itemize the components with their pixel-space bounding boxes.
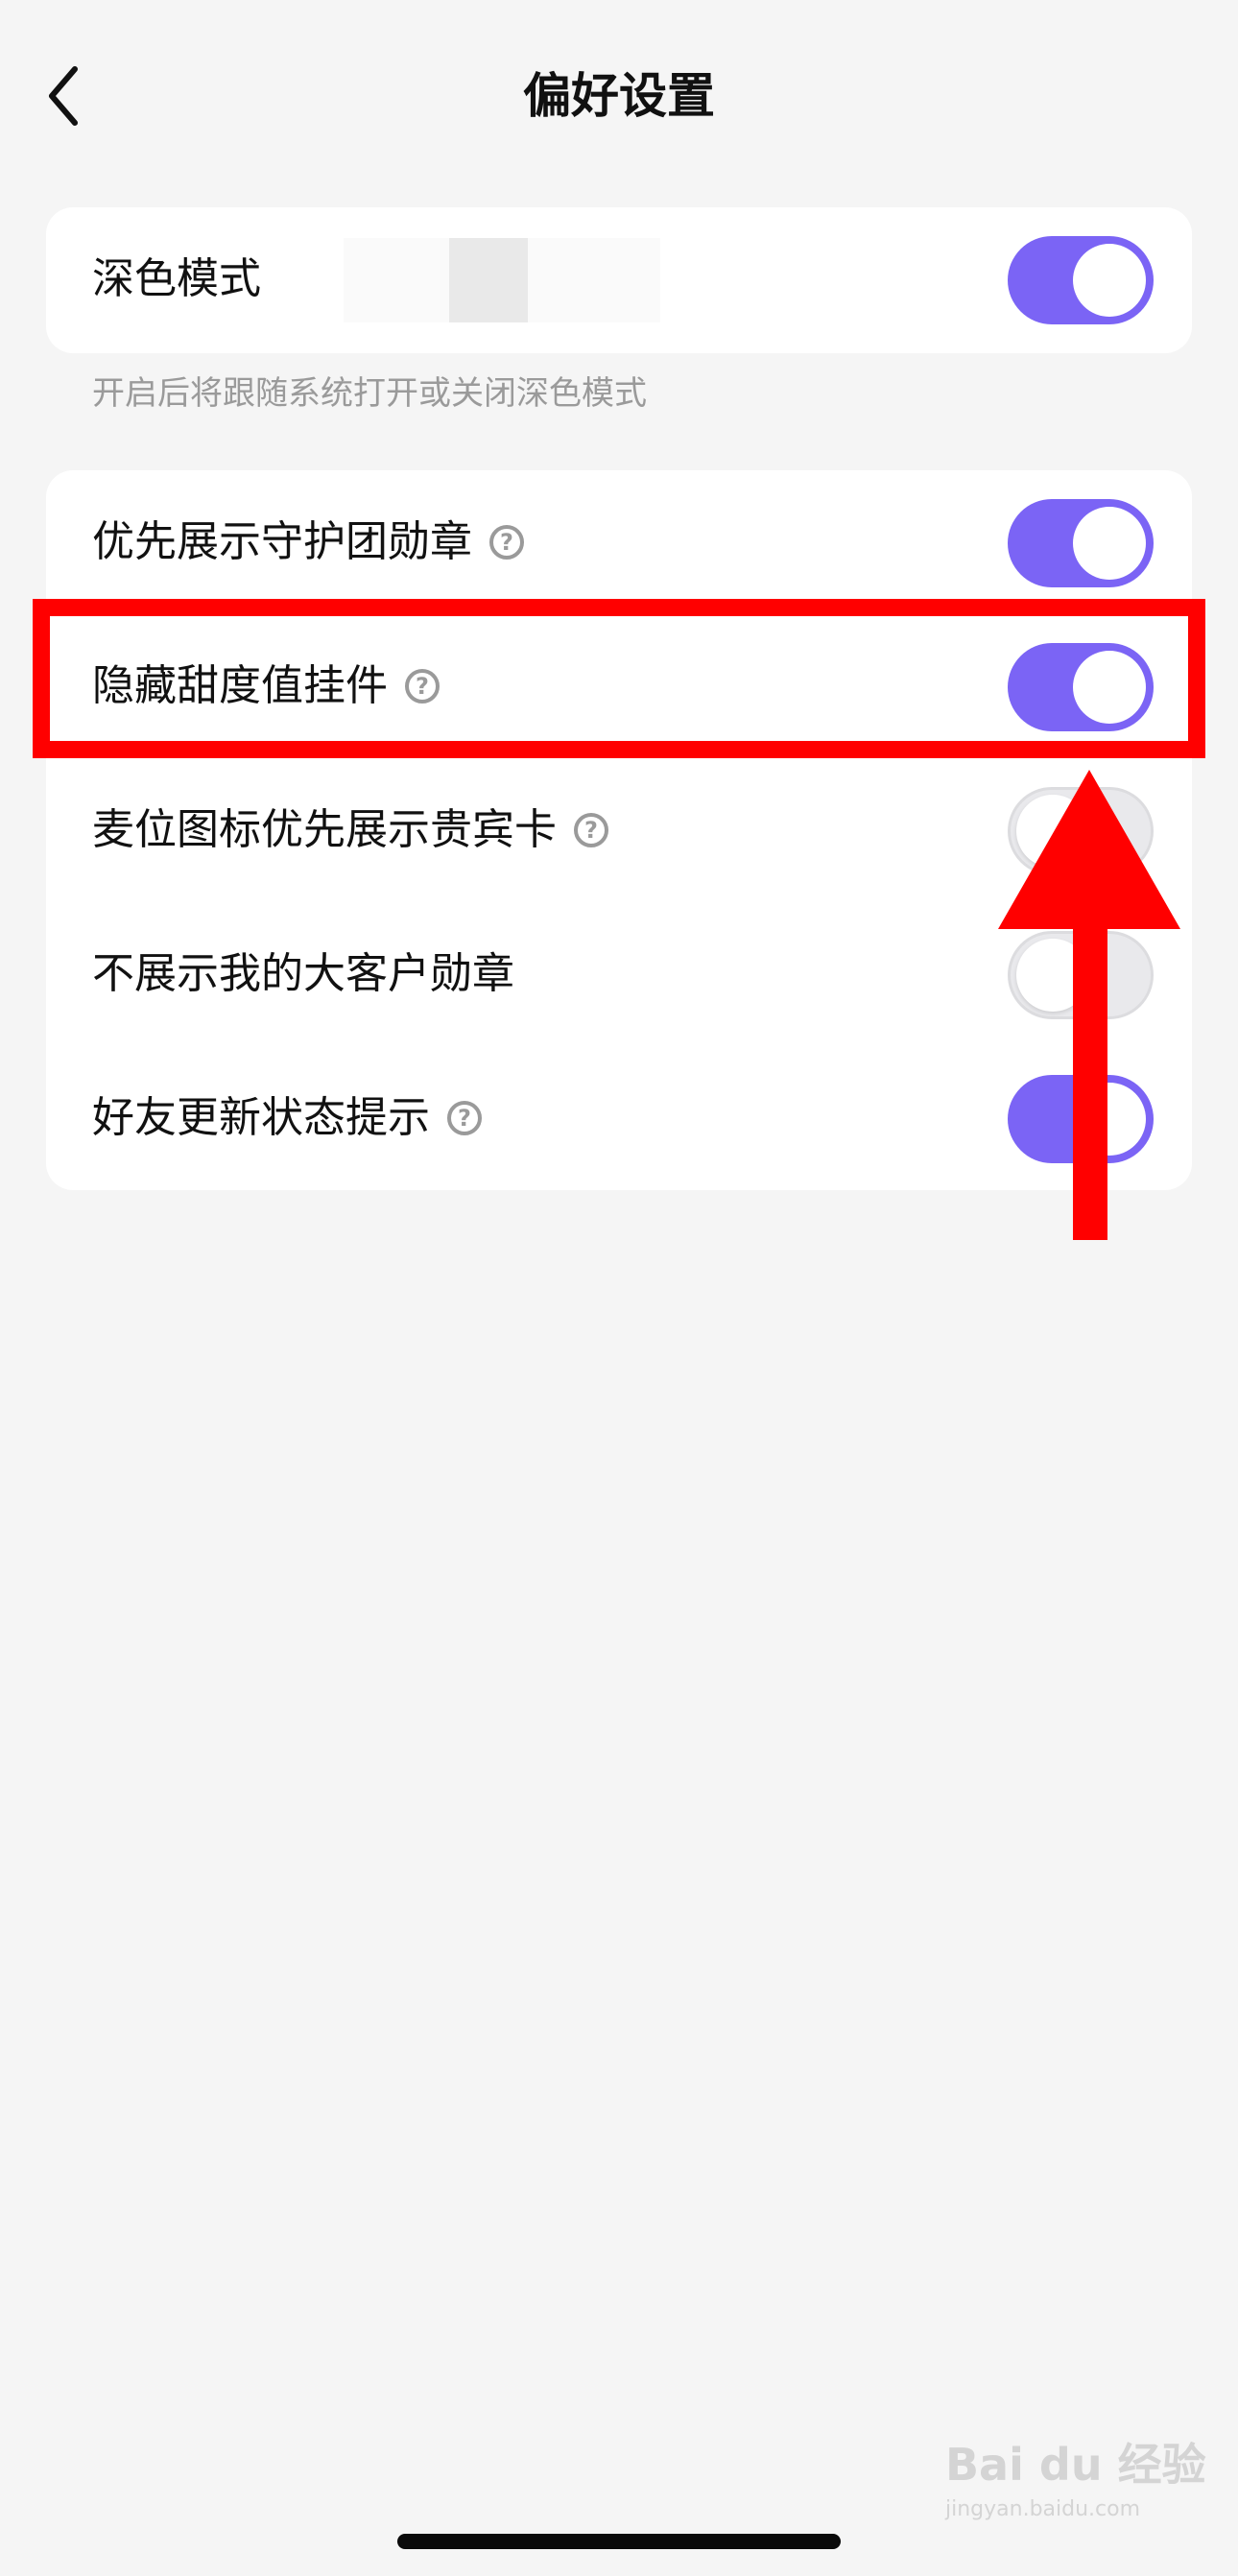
- setting-row-guard-badge: 优先展示守护团勋章 ?: [46, 470, 1192, 614]
- page-title: 偏好设置: [523, 68, 715, 124]
- dark-mode-note: 开启后将跟随系统打开或关闭深色模式: [92, 374, 647, 413]
- redacted-area: [344, 238, 660, 322]
- dark-mode-row: 深色模式: [46, 207, 1192, 351]
- toggle-knob: [1073, 244, 1146, 317]
- dark-mode-label-text: 深色模式: [92, 254, 261, 303]
- help-icon[interactable]: ?: [447, 1101, 482, 1135]
- setting-label: 好友更新状态提示 ?: [92, 1088, 482, 1148]
- setting-toggle-guard-badge[interactable]: [1008, 499, 1154, 587]
- annotation-highlight-box: [33, 599, 1205, 758]
- setting-label-text: 麦位图标优先展示贵宾卡: [92, 805, 557, 854]
- dark-mode-label: 深色模式: [92, 250, 261, 309]
- setting-label: 优先展示守护团勋章 ?: [92, 513, 524, 572]
- setting-label-text: 好友更新状态提示: [92, 1093, 430, 1142]
- dark-mode-toggle[interactable]: [1008, 236, 1154, 324]
- help-icon[interactable]: ?: [489, 525, 524, 560]
- home-indicator[interactable]: [397, 2534, 841, 2549]
- help-icon[interactable]: ?: [574, 813, 608, 847]
- toggle-knob: [1073, 507, 1146, 580]
- header-bar: 偏好设置: [0, 38, 1238, 154]
- watermark-url: jingyan.baidu.com: [945, 2497, 1141, 2521]
- annotation-arrow-up-icon: [998, 770, 1180, 1253]
- redacted-block: [449, 238, 528, 322]
- setting-label-text: 优先展示守护团勋章: [92, 517, 472, 566]
- watermark-logo: Bai du 经验: [945, 2439, 1206, 2491]
- setting-label-text: 不展示我的大客户勋章: [92, 949, 514, 998]
- setting-label: 不展示我的大客户勋章: [92, 944, 514, 1004]
- setting-label: 麦位图标优先展示贵宾卡 ?: [92, 800, 608, 860]
- dark-mode-card: 深色模式: [46, 207, 1192, 353]
